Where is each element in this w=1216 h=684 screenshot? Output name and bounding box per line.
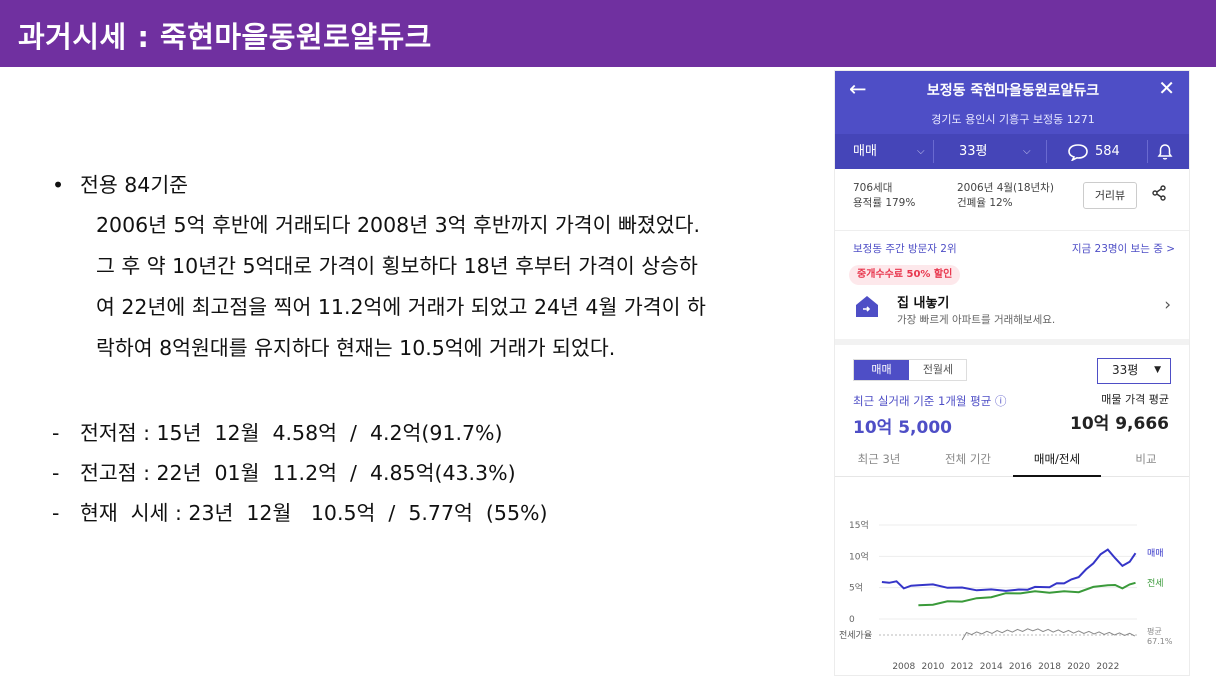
x-tick-label: 2010 — [921, 662, 944, 672]
bullet-title: 전용 84기준 — [80, 173, 189, 197]
size-select-value: 33평 — [1112, 363, 1139, 377]
trade-type-toggle: 매매 전월세 — [853, 359, 967, 381]
share-icon[interactable] — [1151, 185, 1167, 201]
close-icon[interactable]: ✕ — [1158, 76, 1175, 100]
apartment-address: 경기도 용인시 기흥구 보정동 1271 — [931, 113, 1095, 126]
ratio-avg-label: 평균 — [1147, 626, 1162, 636]
toggle-rent[interactable]: 전월세 — [909, 360, 967, 380]
dash-symbol: - — [52, 501, 60, 525]
discount-badge: 중개수수료 50% 할인 — [849, 265, 961, 285]
ratio-label: 전세가율 — [839, 630, 872, 641]
x-tick-label: 2014 — [980, 662, 1003, 672]
tab-all-period[interactable]: 전체 기간 — [923, 441, 1013, 477]
paragraph-line: 락하여 8억원대를 유지하다 현재는 10.5억에 거래가 되었다. — [96, 336, 616, 360]
dash-text: 전저점 : 15년 12월 4.58억 / 4.2억(91.7%) — [80, 421, 503, 445]
filter-divider — [1046, 140, 1047, 163]
series-line-sale — [881, 548, 1137, 592]
bullet-dot: • — [52, 173, 65, 197]
toggle-sale[interactable]: 매매 — [854, 360, 909, 380]
recent-avg-value: 10억 5,000 — [853, 418, 952, 438]
comments-button[interactable]: 584 — [1067, 134, 1147, 169]
x-tick-label: 2018 — [1038, 662, 1061, 672]
dash-symbol: - — [52, 421, 60, 445]
period-tabs: 최근 3년 전체 기간 매매/전세 비교 — [835, 441, 1189, 477]
comments-count: 584 — [1095, 144, 1120, 159]
ratio-avg-value: 67.1% — [1147, 637, 1173, 646]
visitor-banner[interactable]: 보정동 주간 방문자 2위 지금 23명이 보는 중 > — [835, 234, 1189, 264]
y-tick-label: 0 — [849, 615, 855, 625]
y-tick-label: 5억 — [849, 582, 863, 594]
caret-down-icon: ▼ — [1154, 365, 1161, 375]
coverage-ratio: 건폐율 12% — [957, 197, 1013, 209]
x-tick-label: 2008 — [892, 662, 915, 672]
bell-icon[interactable] — [1156, 143, 1174, 161]
deal-type-filter[interactable]: 매매 ⌵ — [853, 134, 953, 169]
dash-text: 현재 시세 : 23년 12월 10.5억 / 5.77억 (55%) — [80, 501, 548, 525]
tab-recent-3y[interactable]: 최근 3년 — [835, 441, 923, 477]
built-date: 2006년 4월(18년차) — [957, 182, 1054, 194]
ratio-line — [961, 628, 1136, 641]
x-tick-label: 2016 — [1009, 662, 1032, 672]
recent-avg-label: 최근 실거래 기준 1개월 평균 ⓘ — [853, 394, 1007, 408]
floor-area-ratio: 용적률 179% — [853, 197, 916, 209]
apartment-info: 706세대 용적률 179% 2006년 4월(18년차) 건폐율 12% 거리… — [835, 169, 1189, 231]
size-filter[interactable]: 33평 ⌵ — [959, 134, 1045, 169]
chevron-down-icon: ⌵ — [1023, 146, 1031, 157]
apartment-name: 보정동 죽현마을동원로얄듀크 — [926, 83, 1100, 99]
promo-subtext: 가장 빠르게 아파트를 거래해보세요. — [897, 314, 1056, 326]
series-label: 매매 — [1147, 548, 1164, 559]
x-tick-label: 2022 — [1096, 662, 1119, 672]
x-tick-label: 2012 — [951, 662, 974, 672]
chevron-down-icon: ⌵ — [917, 146, 925, 157]
promo-heading: 집 내놓기 — [897, 296, 950, 311]
paragraph-line: 그 후 약 10년간 5억대로 가격이 횡보하다 18년 후부터 가격이 상승하 — [96, 254, 698, 278]
price-chart: 15억 10억 5억 0 2008 2010 2012 2014 2016 2018 2020 202… — [835, 511, 1189, 675]
dash-symbol: - — [52, 461, 60, 485]
x-tick-label: 2020 — [1067, 662, 1090, 672]
size-filter-label: 33평 — [959, 144, 988, 159]
slide-title: 과거시세 : 죽현마을동원로얄듀크 — [18, 20, 432, 54]
comment-bubble-icon — [1068, 144, 1088, 161]
size-select[interactable]: 33평 ▼ — [1097, 358, 1171, 384]
asking-avg-label: 매물 가격 평균 — [1101, 393, 1169, 406]
series-line-jeonse — [918, 581, 1136, 607]
price-chart-svg: 15억 10억 5억 0 2008 2010 2012 2014 2016 2018 2020 202… — [839, 519, 1173, 672]
viewers-now-link[interactable]: 지금 23명이 보는 중 > — [1072, 234, 1175, 264]
y-tick-label: 10억 — [849, 550, 869, 562]
app-header: ← 보정동 죽현마을동원로얄듀크 ✕ 경기도 용인시 기흥구 보정동 1271 … — [835, 71, 1189, 169]
slide-header: 과거시세 : 죽현마을동원로얄듀크 — [0, 0, 1216, 67]
filter-divider — [1147, 140, 1148, 163]
tab-sale-jeonse[interactable]: 매매/전세 — [1013, 441, 1101, 477]
dash-text: 전고점 : 22년 01월 11.2억 / 4.85억(43.3%) — [80, 461, 516, 485]
asking-avg-value: 10억 9,666 — [1070, 414, 1169, 434]
listing-promo[interactable]: 중개수수료 50% 할인 집 내놓기 가장 빠르게 아파트를 거래해보세요. › — [835, 265, 1189, 345]
street-view-button[interactable]: 거리뷰 — [1083, 182, 1137, 209]
deal-type-label: 매매 — [853, 144, 877, 159]
chevron-right-icon: › — [1164, 295, 1171, 315]
paragraph-line: 여 22년에 최고점을 찍어 11.2억에 거래가 되었고 24년 4월 가격이… — [96, 295, 706, 319]
visitor-rank: 보정동 주간 방문자 2위 — [853, 243, 957, 255]
tab-compare[interactable]: 비교 — [1101, 441, 1189, 477]
series-label: 전세 — [1147, 578, 1164, 589]
app-screenshot: ← 보정동 죽현마을동원로얄듀크 ✕ 경기도 용인시 기흥구 보정동 1271 … — [834, 70, 1190, 676]
households: 706세대 — [853, 182, 893, 194]
filter-divider — [933, 140, 934, 163]
house-flag-icon — [856, 296, 878, 317]
y-tick-label: 15억 — [849, 519, 869, 531]
paragraph-line: 2006년 5억 후반에 거래되다 2008년 3억 후반까지 가격이 빠졌었다… — [96, 213, 700, 237]
filter-bar: 매매 ⌵ 33평 ⌵ 584 — [835, 134, 1189, 169]
